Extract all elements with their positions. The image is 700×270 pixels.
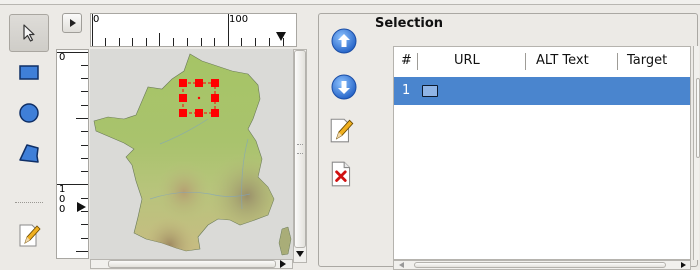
ruler-vmarker <box>77 202 86 212</box>
ruler-label-100: 100 <box>229 14 249 25</box>
editor-horizontal-scrollbar[interactable] <box>90 259 293 269</box>
france-map-image <box>93 53 292 256</box>
arrow-down-circle-icon <box>331 74 357 100</box>
pencil-icon <box>330 118 354 143</box>
areas-panel: Selection # URL ALT Text Target 1 <box>318 13 700 270</box>
rectangle-icon <box>19 65 39 80</box>
resize-handle[interactable] <box>179 109 187 117</box>
resize-handle[interactable] <box>211 79 219 87</box>
scroll-right-arrow[interactable] <box>676 261 690 269</box>
resize-handle[interactable] <box>195 79 203 87</box>
column-header-number[interactable]: # <box>401 47 412 75</box>
move-up-button[interactable] <box>329 26 359 56</box>
scroll-thumb[interactable] <box>108 260 276 268</box>
resize-handle[interactable] <box>211 109 219 117</box>
scroll-thumb[interactable] <box>696 78 700 158</box>
resize-handle[interactable] <box>195 109 203 117</box>
image-editor: 0 100 0 1 0 0 <box>56 13 307 269</box>
scroll-down-arrow[interactable] <box>296 251 304 257</box>
resize-handle[interactable] <box>211 94 219 102</box>
resize-handle[interactable] <box>179 79 187 87</box>
resize-handle[interactable] <box>179 94 187 102</box>
scroll-right-arrow[interactable] <box>280 260 286 268</box>
scroll-left-arrow[interactable] <box>396 261 410 269</box>
ruler-vlabel-0: 0 <box>59 52 66 63</box>
freehand-tool[interactable] <box>9 214 49 252</box>
select-tool[interactable] <box>9 14 49 52</box>
rectangle-tool[interactable] <box>9 54 49 92</box>
horizontal-ruler: 0 100 <box>90 13 297 47</box>
rectangle-icon <box>422 85 438 97</box>
row-number: 1 <box>402 83 411 98</box>
delete-area-button[interactable] <box>329 160 359 190</box>
edit-area-button[interactable] <box>329 116 359 146</box>
polygon-icon <box>19 144 39 163</box>
toolbar-separator <box>15 202 43 203</box>
move-down-button[interactable] <box>329 72 359 102</box>
ruler-label-0: 0 <box>93 14 100 25</box>
ruler-marker <box>276 32 286 41</box>
circle-tool[interactable] <box>9 94 49 132</box>
drawing-toolbar <box>9 14 49 264</box>
column-header-alt-text[interactable]: ALT Text <box>536 47 589 75</box>
column-header-url[interactable]: URL <box>454 47 480 75</box>
arrow-cursor-icon <box>23 24 35 42</box>
table-header: # URL ALT Text Target <box>394 47 690 75</box>
panel-title: Selection <box>375 16 444 31</box>
circle-icon <box>19 103 39 123</box>
editor-vertical-scrollbar[interactable] <box>293 49 307 263</box>
map-canvas[interactable] <box>90 49 293 259</box>
pencil-icon <box>19 224 41 247</box>
table-row[interactable]: 1 <box>394 77 690 105</box>
ruler-vlabel-3: 0 <box>59 204 66 215</box>
column-header-target[interactable]: Target <box>627 47 667 75</box>
vertical-ruler: 0 1 0 0 <box>56 49 89 259</box>
areas-table[interactable]: # URL ALT Text Target 1 <box>393 46 691 260</box>
scroll-thumb[interactable] <box>414 262 666 268</box>
ruler-corner-button[interactable] <box>62 13 82 33</box>
polygon-tool[interactable] <box>9 134 49 172</box>
window-top-edge <box>0 0 700 5</box>
table-horizontal-scrollbar[interactable] <box>393 260 691 270</box>
arrow-up-circle-icon <box>331 28 357 54</box>
delete-document-icon <box>331 161 351 187</box>
